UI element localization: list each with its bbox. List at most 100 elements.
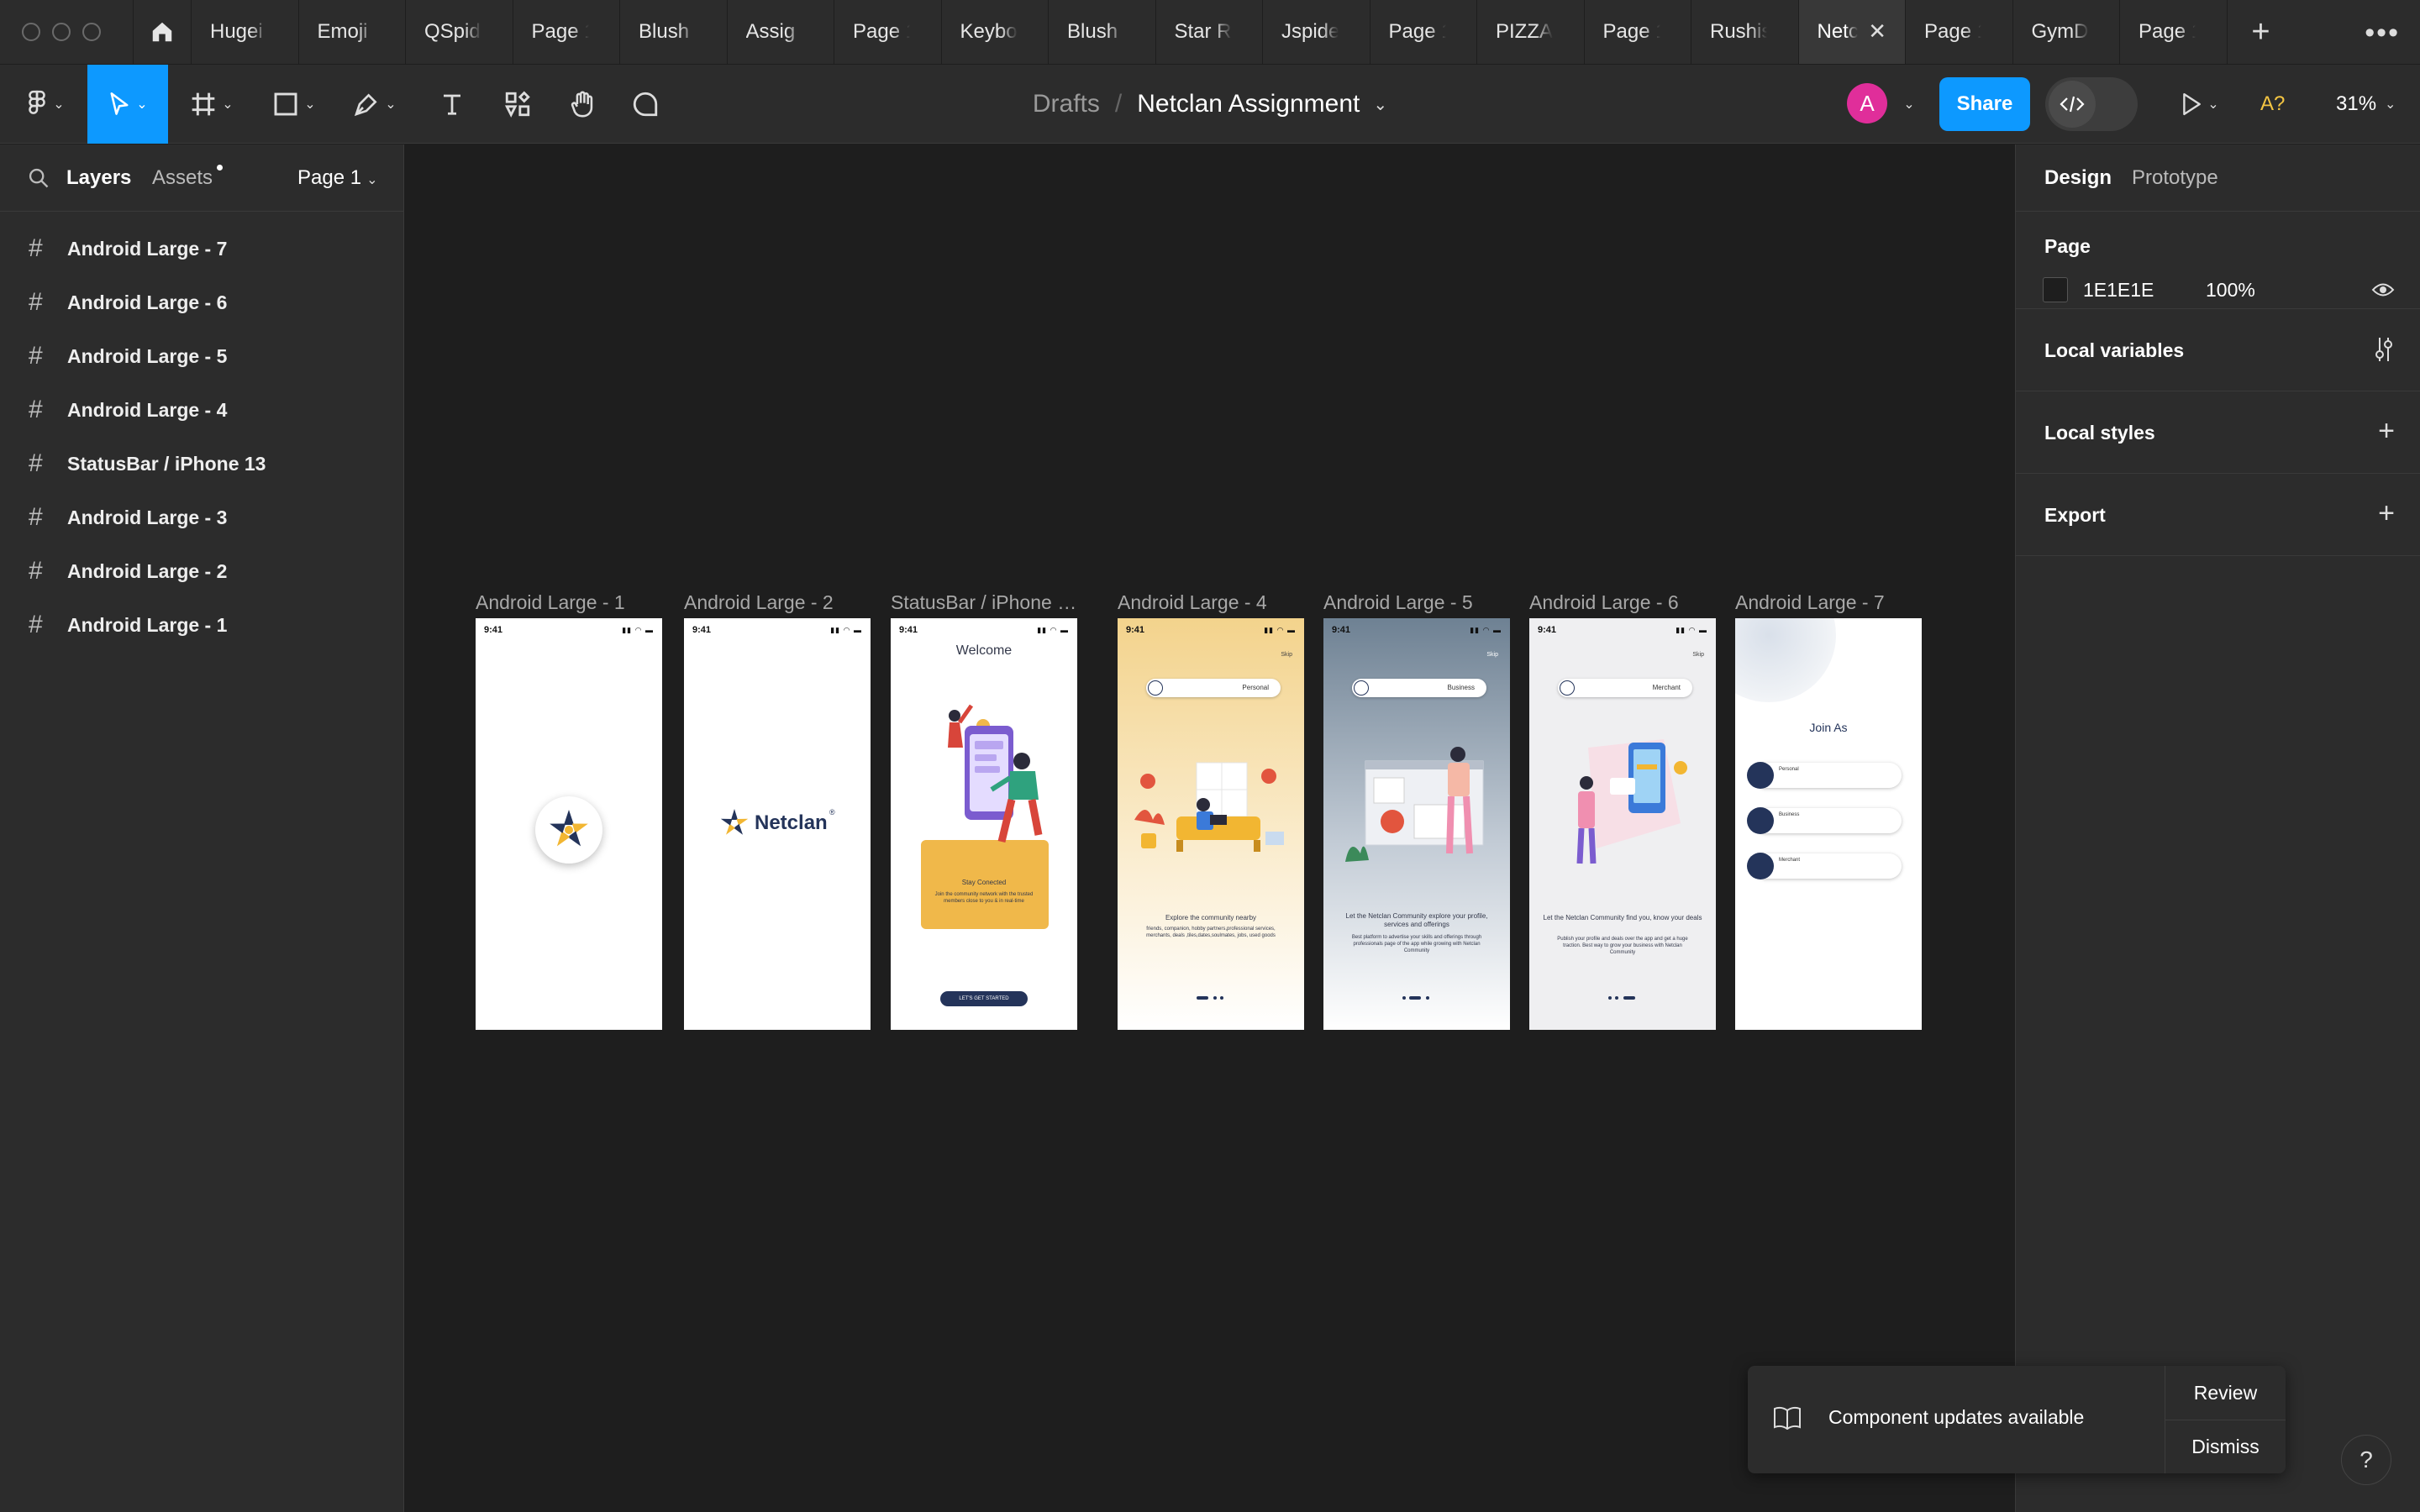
window-close-button[interactable] [22, 23, 40, 41]
frame-label[interactable]: Android Large - 2 [684, 591, 834, 614]
tab-label: Rushis [1710, 20, 1767, 43]
frame-android-large-7[interactable]: Join As Personal Business Merchant [1735, 618, 1922, 1030]
window-minimize-button[interactable] [52, 23, 71, 41]
file-tab[interactable]: Assig [728, 0, 834, 64]
frame-android-large-1[interactable]: 9:41 ▮▮ ◠ ▬ [476, 618, 662, 1030]
file-tab[interactable]: Blush [1049, 0, 1156, 64]
breadcrumb-drafts[interactable]: Drafts [1033, 90, 1100, 118]
pager-dot-active [1197, 996, 1208, 1000]
home-button[interactable] [133, 0, 192, 64]
file-tab[interactable]: Keybo [942, 0, 1049, 64]
status-icons: ▮▮ ◠ ▬ [1470, 626, 1502, 634]
file-tab[interactable]: Page 1 [1585, 0, 1691, 64]
toast-actions: Review Dismiss [2165, 1366, 2286, 1473]
eye-icon[interactable] [2371, 281, 2395, 299]
layer-row[interactable]: # StatusBar / iPhone 13 [0, 437, 403, 491]
frame-android-large-2[interactable]: 9:41 ▮▮ ◠ ▬ Netclan ® [684, 618, 871, 1030]
export-section[interactable]: Export + [2016, 474, 2420, 556]
dev-mode-toggle[interactable] [2045, 77, 2138, 131]
file-tab[interactable]: Star R [1156, 0, 1263, 64]
tab-assets[interactable]: Assets [152, 166, 213, 190]
page-color-value[interactable]: 1E1E1E [2083, 279, 2154, 302]
file-tab[interactable]: PIZZA [1477, 0, 1585, 64]
frame-android-large-4[interactable]: 9:41 ▮▮ ◠ ▬ Skip Personal Explore the co… [1118, 618, 1304, 1030]
plus-icon[interactable]: + [2378, 417, 2395, 445]
layer-row[interactable]: # Android Large - 5 [0, 329, 403, 383]
local-styles-section[interactable]: Local styles + [2016, 391, 2420, 474]
share-button[interactable]: Share [1939, 77, 2030, 131]
file-tab[interactable]: Page 1 [1906, 0, 2013, 64]
page-color-swatch[interactable] [2043, 277, 2068, 302]
frame-android-large-5[interactable]: 9:41 ▮▮ ◠ ▬ Skip Business Let the Netcla… [1323, 618, 1510, 1030]
skip-link[interactable]: Skip [1281, 652, 1292, 658]
local-variables-section[interactable]: Local variables [2016, 309, 2420, 391]
plus-icon[interactable]: + [2378, 499, 2395, 528]
help-button[interactable]: ? [2341, 1435, 2391, 1485]
get-started-button[interactable]: LET'S GET STARTED [940, 991, 1028, 1006]
file-tab[interactable]: Emoji [299, 0, 406, 64]
frame-label[interactable]: Android Large - 6 [1529, 591, 1679, 614]
file-tab[interactable]: Page 1 [834, 0, 942, 64]
file-tab[interactable]: Jspide [1263, 0, 1370, 64]
file-name[interactable]: Netclan Assignment [1137, 90, 1360, 118]
avatar[interactable]: A [1847, 83, 1887, 123]
layer-row[interactable]: # Android Large - 3 [0, 491, 403, 544]
review-button[interactable]: Review [2165, 1366, 2286, 1420]
search-icon[interactable] [27, 166, 50, 190]
frame-label[interactable]: Android Large - 4 [1118, 591, 1267, 614]
pager-dot [1213, 996, 1217, 1000]
page-selector[interactable]: Page 1 ⌄ [297, 166, 377, 190]
file-tab-active[interactable]: Netc ✕ [1798, 0, 1906, 64]
business-pill[interactable]: Business [1352, 679, 1486, 697]
layer-row[interactable]: # Android Large - 1 [0, 598, 403, 652]
window-maximize-button[interactable] [82, 23, 101, 41]
more-icon[interactable]: ••• [2365, 17, 2400, 50]
pager-dots [1197, 996, 1225, 1000]
file-tab[interactable]: Blush [620, 0, 728, 64]
frame-label[interactable]: StatusBar / iPhone 13 [891, 591, 1077, 614]
present-button[interactable]: ⌄ [2170, 65, 2230, 144]
new-tab-button[interactable]: + [2228, 0, 2295, 64]
tab-design[interactable]: Design [2044, 166, 2112, 190]
layer-row[interactable]: # Android Large - 2 [0, 544, 403, 598]
sliders-icon[interactable] [2373, 336, 2395, 363]
dismiss-button[interactable]: Dismiss [2165, 1420, 2286, 1473]
canvas[interactable]: Android Large - 1 9:41 ▮▮ ◠ ▬ Android La… [405, 144, 2015, 1512]
file-tab[interactable]: Hugei [192, 0, 299, 64]
layer-row[interactable]: # Android Large - 6 [0, 276, 403, 329]
frame-statusbar-iphone-13[interactable]: 9:41 ▮▮ ◠ ▬ Welcome Stay Conected Join t… [891, 618, 1077, 1030]
tab-label: Hugei [210, 20, 263, 43]
status-icons: ▮▮ ◠ ▬ [1264, 626, 1296, 634]
close-icon[interactable]: ✕ [1868, 20, 1886, 42]
file-tab[interactable]: GymD [2013, 0, 2120, 64]
netclan-logo-badge [535, 796, 602, 864]
briefcase-icon [1747, 807, 1774, 834]
join-option-personal[interactable]: Personal [1747, 762, 1902, 789]
file-tab[interactable]: Page 1 [2120, 0, 2228, 64]
skip-link[interactable]: Skip [1692, 652, 1704, 658]
file-tab[interactable]: Page 1 [1370, 0, 1477, 64]
file-tab[interactable]: Page 1 [513, 0, 620, 64]
frame-label[interactable]: Android Large - 5 [1323, 591, 1473, 614]
join-option-merchant[interactable]: Merchant [1747, 853, 1902, 879]
page-opacity-value[interactable]: 100% [2206, 279, 2255, 302]
skip-link[interactable]: Skip [1486, 652, 1498, 658]
layer-row[interactable]: # Android Large - 4 [0, 383, 403, 437]
multiplayer-menu-button[interactable]: ⌄ [1894, 65, 1919, 144]
accessibility-check[interactable]: A? [2260, 65, 2285, 144]
join-option-business[interactable]: Business [1747, 807, 1902, 834]
zoom-menu[interactable]: 31% ⌄ [2336, 65, 2396, 144]
chevron-down-icon: ⌄ [2385, 97, 2396, 112]
file-tab[interactable]: Rushis [1691, 0, 1799, 64]
layer-row[interactable]: # Android Large - 7 [0, 222, 403, 276]
local-styles-heading: Local styles [2044, 422, 2155, 444]
frame-label[interactable]: Android Large - 1 [476, 591, 625, 614]
tab-prototype[interactable]: Prototype [2132, 166, 2218, 190]
frame-label[interactable]: Android Large - 7 [1735, 591, 1885, 614]
merchant-pill[interactable]: Merchant [1558, 679, 1692, 697]
tab-layers[interactable]: Layers [66, 166, 131, 190]
frame-android-large-6[interactable]: 9:41 ▮▮ ◠ ▬ Skip Merchant Let the Netcla… [1529, 618, 1716, 1030]
chevron-down-icon[interactable]: ⌄ [1373, 94, 1387, 115]
personal-pill[interactable]: Personal [1146, 679, 1281, 697]
file-tab[interactable]: QSpid [406, 0, 513, 64]
